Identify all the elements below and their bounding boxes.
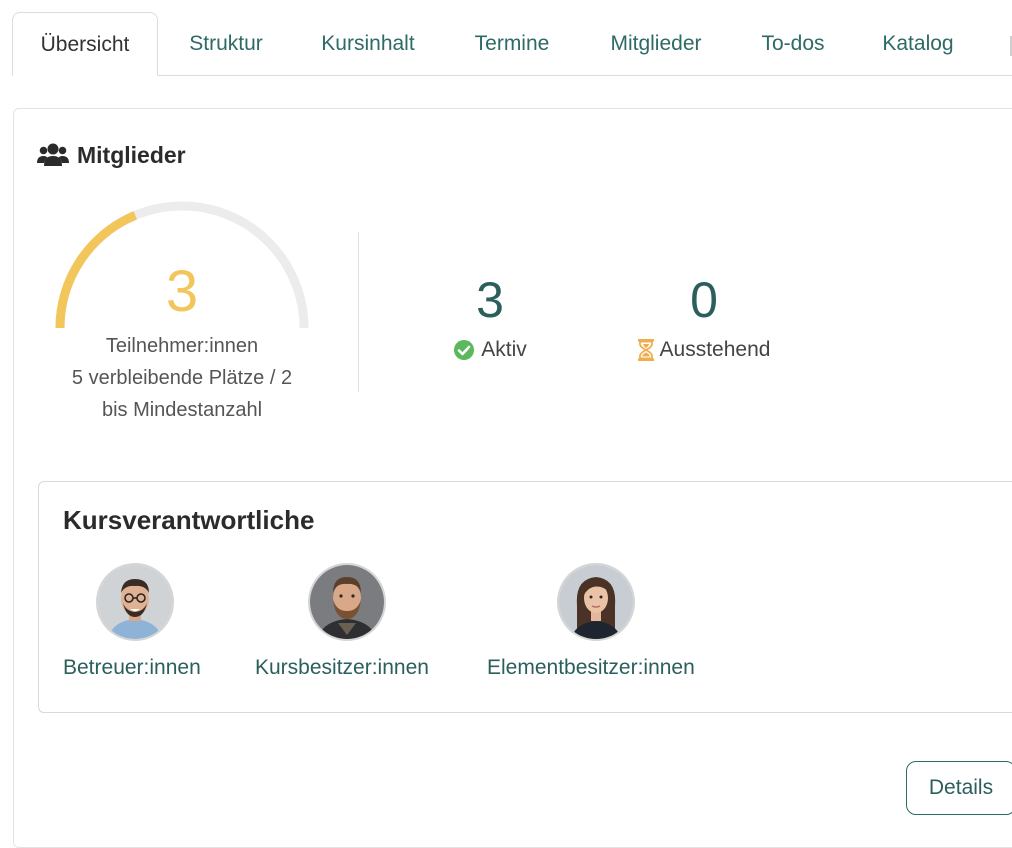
active-stat: 3 Aktiv [440,270,540,362]
avatar[interactable] [96,563,174,641]
tab-termine[interactable]: Termine [462,12,562,76]
check-circle-icon [454,340,475,360]
tab-mitglieder[interactable]: Mitglieder [596,12,716,76]
avatar-man-glasses [98,565,172,639]
pending-stat: 0 Ausstehend [614,270,794,362]
hourglass-icon [637,339,654,361]
pending-label: Ausstehend [659,338,771,361]
tab-katalog[interactable]: Katalog [868,12,968,76]
active-label-row: Aktiv [440,338,540,362]
tab-kursinhalt[interactable]: Kursinhalt [308,12,428,76]
course-owners-title: Kursverantwortliche [63,505,315,535]
remaining-places: 5 verbleibende Plätze / 2 [71,367,293,389]
users-icon [37,143,69,166]
avatar-woman [559,565,633,639]
avatar[interactable] [308,563,386,641]
avatar-man-beard [310,565,384,639]
active-label: Aktiv [481,338,527,361]
owner-label-kursbesitzer[interactable]: Kursbesitzer:innen [255,656,429,680]
minimum-note: bis Mindestanzahl [101,399,263,421]
owner-label-elementbesitzer[interactable]: Elementbesitzer:innen [487,656,695,680]
participants-caption: Teilnehmer:innen 5 verbleibende Plätze /… [40,330,324,426]
stats-divider [358,232,359,392]
participants-label: Teilnehmer:innen [105,335,259,357]
pending-label-row: Ausstehend [614,338,794,362]
details-button[interactable]: Details [906,761,1012,815]
tab-bar: Übersicht Struktur Kursinhalt Termine Mi… [0,0,1012,76]
owner-label-betreuer[interactable]: Betreuer:innen [63,656,201,680]
pending-count: 0 [690,272,718,328]
avatar[interactable] [557,563,635,641]
tab-struktur[interactable]: Struktur [176,12,276,76]
members-heading: Mitglieder [37,140,186,170]
active-count: 3 [476,272,504,328]
participants-count: 3 [165,259,199,324]
tab-uebersicht[interactable]: Übersicht [12,12,158,76]
tab-todos[interactable]: To-dos [748,12,838,76]
members-title: Mitglieder [77,141,186,168]
